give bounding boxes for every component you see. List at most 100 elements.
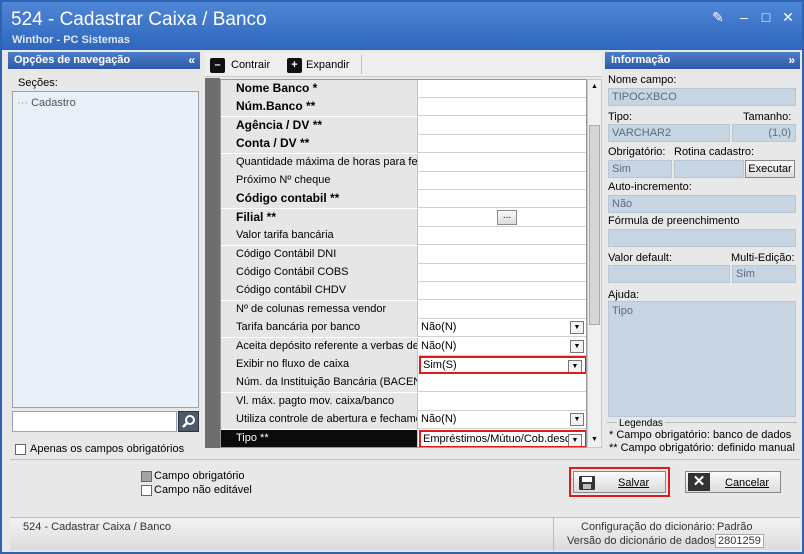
- field-input[interactable]: [419, 246, 586, 264]
- grid-row[interactable]: Núm.Banco **: [221, 98, 586, 117]
- dict-version-value: 2801259: [715, 534, 764, 548]
- dict-version-label: Versão do dicionário de dados:: [567, 535, 719, 547]
- info-panel-header: Informação »: [605, 52, 800, 69]
- field-label: Nome Banco *: [221, 80, 418, 98]
- field-input[interactable]: [419, 282, 586, 300]
- expand-label: Expandir: [306, 59, 350, 71]
- field-input[interactable]: [419, 135, 586, 153]
- dropdown-arrow-icon[interactable]: ▼: [568, 433, 582, 446]
- minimize-icon[interactable]: –: [736, 9, 752, 25]
- save-button[interactable]: Salvar: [573, 471, 666, 493]
- type-value: VARCHAR2: [608, 124, 730, 142]
- nav-search-input[interactable]: [12, 411, 177, 432]
- field-select[interactable]: Sim(S) ▼: [419, 356, 586, 374]
- field-input[interactable]: [419, 80, 586, 98]
- field-select[interactable]: Empréstimos/Mútuo/Cob.descon ▼: [419, 429, 586, 447]
- grid-row[interactable]: Código contábil CHDV: [221, 282, 586, 301]
- field-select[interactable]: Não(N) ▼: [419, 338, 586, 356]
- grid-row[interactable]: Exibir no fluxo de caixa Sim(S) ▼: [221, 356, 586, 374]
- field-value: Empréstimos/Mútuo/Cob.descon: [423, 432, 583, 445]
- formula-value: [608, 229, 796, 247]
- collapse-left-icon[interactable]: «: [188, 52, 195, 69]
- grid-row[interactable]: Núm. da Instituição Bancária (BACEN): [221, 374, 586, 393]
- grid-row[interactable]: Conta / DV **: [221, 135, 586, 154]
- dropdown-arrow-icon[interactable]: ▼: [570, 321, 584, 335]
- scroll-up-icon[interactable]: ▲: [588, 80, 601, 94]
- maximize-icon[interactable]: □: [758, 9, 774, 25]
- cancel-button[interactable]: ✕ Cancelar: [685, 471, 781, 493]
- size-value: (1,0): [732, 124, 796, 142]
- field-label: Vl. máx. pagto mov. caixa/banco: [221, 392, 418, 411]
- dropdown-arrow-icon[interactable]: ▼: [568, 360, 582, 372]
- grid-row[interactable]: Quantidade máxima de horas para fe: [221, 153, 586, 172]
- grid-row[interactable]: Próximo Nº cheque: [221, 172, 586, 190]
- field-label: Agência / DV **: [221, 116, 418, 135]
- field-select[interactable]: Não(N) ▼: [419, 319, 586, 337]
- search-button[interactable]: [178, 411, 199, 432]
- expand-button[interactable]: + Expandir: [287, 57, 349, 73]
- grid-row[interactable]: Código contabil **: [221, 190, 586, 209]
- edit-icon[interactable]: ✎: [710, 9, 726, 25]
- grid-row[interactable]: Filial **...: [221, 208, 586, 227]
- grid-row[interactable]: Valor tarifa bancária: [221, 227, 586, 246]
- required-value: Sim: [608, 160, 672, 178]
- grid-row[interactable]: Código Contábil COBS: [221, 264, 586, 282]
- only-required-checkbox[interactable]: [15, 444, 26, 455]
- grid-row[interactable]: Aceita depósito referente a verbas de Não…: [221, 337, 586, 356]
- sections-tree: ··· Cadastro: [12, 91, 199, 408]
- field-input[interactable]: [419, 190, 586, 208]
- grid-row[interactable]: Nº de colunas remessa vendor: [221, 300, 586, 319]
- scroll-thumb[interactable]: [589, 125, 600, 325]
- sections-label: Seções:: [18, 77, 58, 89]
- field-input[interactable]: [419, 98, 586, 116]
- lookup-button[interactable]: ...: [497, 209, 517, 225]
- dropdown-arrow-icon[interactable]: ▼: [570, 339, 584, 353]
- main-window: 524 - Cadastrar Caixa / Banco Winthor - …: [0, 0, 804, 554]
- tree-item-cadastro[interactable]: ··· Cadastro: [17, 97, 76, 109]
- field-label: Código Contábil DNI: [221, 245, 418, 264]
- floppy-disk-icon: [579, 476, 595, 490]
- routine-value: [674, 160, 744, 178]
- grid-row[interactable]: Agência / DV **: [221, 116, 586, 135]
- grid-row[interactable]: Código Contábil DNI: [221, 245, 586, 264]
- status-bar: 524 - Cadastrar Caixa / Banco Configuraç…: [10, 517, 800, 551]
- field-label: Utiliza controle de abertura e fechame: [221, 411, 418, 430]
- title-bar: 524 - Cadastrar Caixa / Banco Winthor - …: [2, 2, 802, 50]
- field-label: Código contabil **: [221, 190, 418, 209]
- grid-scrollbar[interactable]: ▲ ▼: [587, 79, 602, 448]
- close-icon[interactable]: ✕: [780, 9, 796, 25]
- plus-icon: +: [287, 57, 302, 73]
- grid-row[interactable]: Tarifa bancária por banco Não(N) ▼: [221, 319, 586, 338]
- grid-row[interactable]: Vl. máx. pagto mov. caixa/banco: [221, 392, 586, 411]
- field-input[interactable]: [419, 374, 586, 392]
- field-input[interactable]: [419, 393, 586, 411]
- dropdown-arrow-icon[interactable]: ▼: [570, 413, 584, 427]
- field-label: Próximo Nº cheque: [221, 172, 418, 190]
- scroll-down-icon[interactable]: ▼: [588, 433, 601, 447]
- field-select[interactable]: Não(N) ▼: [419, 411, 586, 429]
- field-value: Sim(S): [423, 359, 457, 371]
- required-field-swatch: [141, 471, 152, 482]
- field-input[interactable]: [419, 227, 586, 245]
- nav-panel-title: Opções de navegação: [14, 54, 131, 66]
- field-input[interactable]: [419, 117, 586, 135]
- field-input[interactable]: [419, 172, 586, 190]
- field-label: Tipo **: [221, 429, 418, 447]
- field-label: Valor tarifa bancária: [221, 227, 418, 246]
- grid-row[interactable]: Utiliza controle de abertura e fechame Nã…: [221, 411, 586, 430]
- field-input[interactable]: ...: [419, 209, 586, 227]
- field-input[interactable]: [419, 301, 586, 319]
- status-separator: [553, 518, 554, 551]
- field-value: Não(N): [421, 321, 457, 334]
- field-input[interactable]: [419, 264, 586, 282]
- toolbar-separator: [361, 55, 362, 74]
- multi-edit-value: Sim: [732, 265, 796, 283]
- type-label: Tipo:: [608, 111, 633, 123]
- field-input[interactable]: [419, 154, 586, 172]
- collapse-button[interactable]: – Contrair: [210, 57, 270, 73]
- execute-button[interactable]: Executar: [745, 160, 795, 178]
- grid-row[interactable]: Tipo ** Empréstimos/Mútuo/Cob.descon ▼: [221, 429, 586, 447]
- grid-row[interactable]: Nome Banco *: [221, 80, 586, 98]
- non-editable-swatch: [141, 485, 152, 496]
- collapse-right-icon[interactable]: »: [788, 52, 795, 69]
